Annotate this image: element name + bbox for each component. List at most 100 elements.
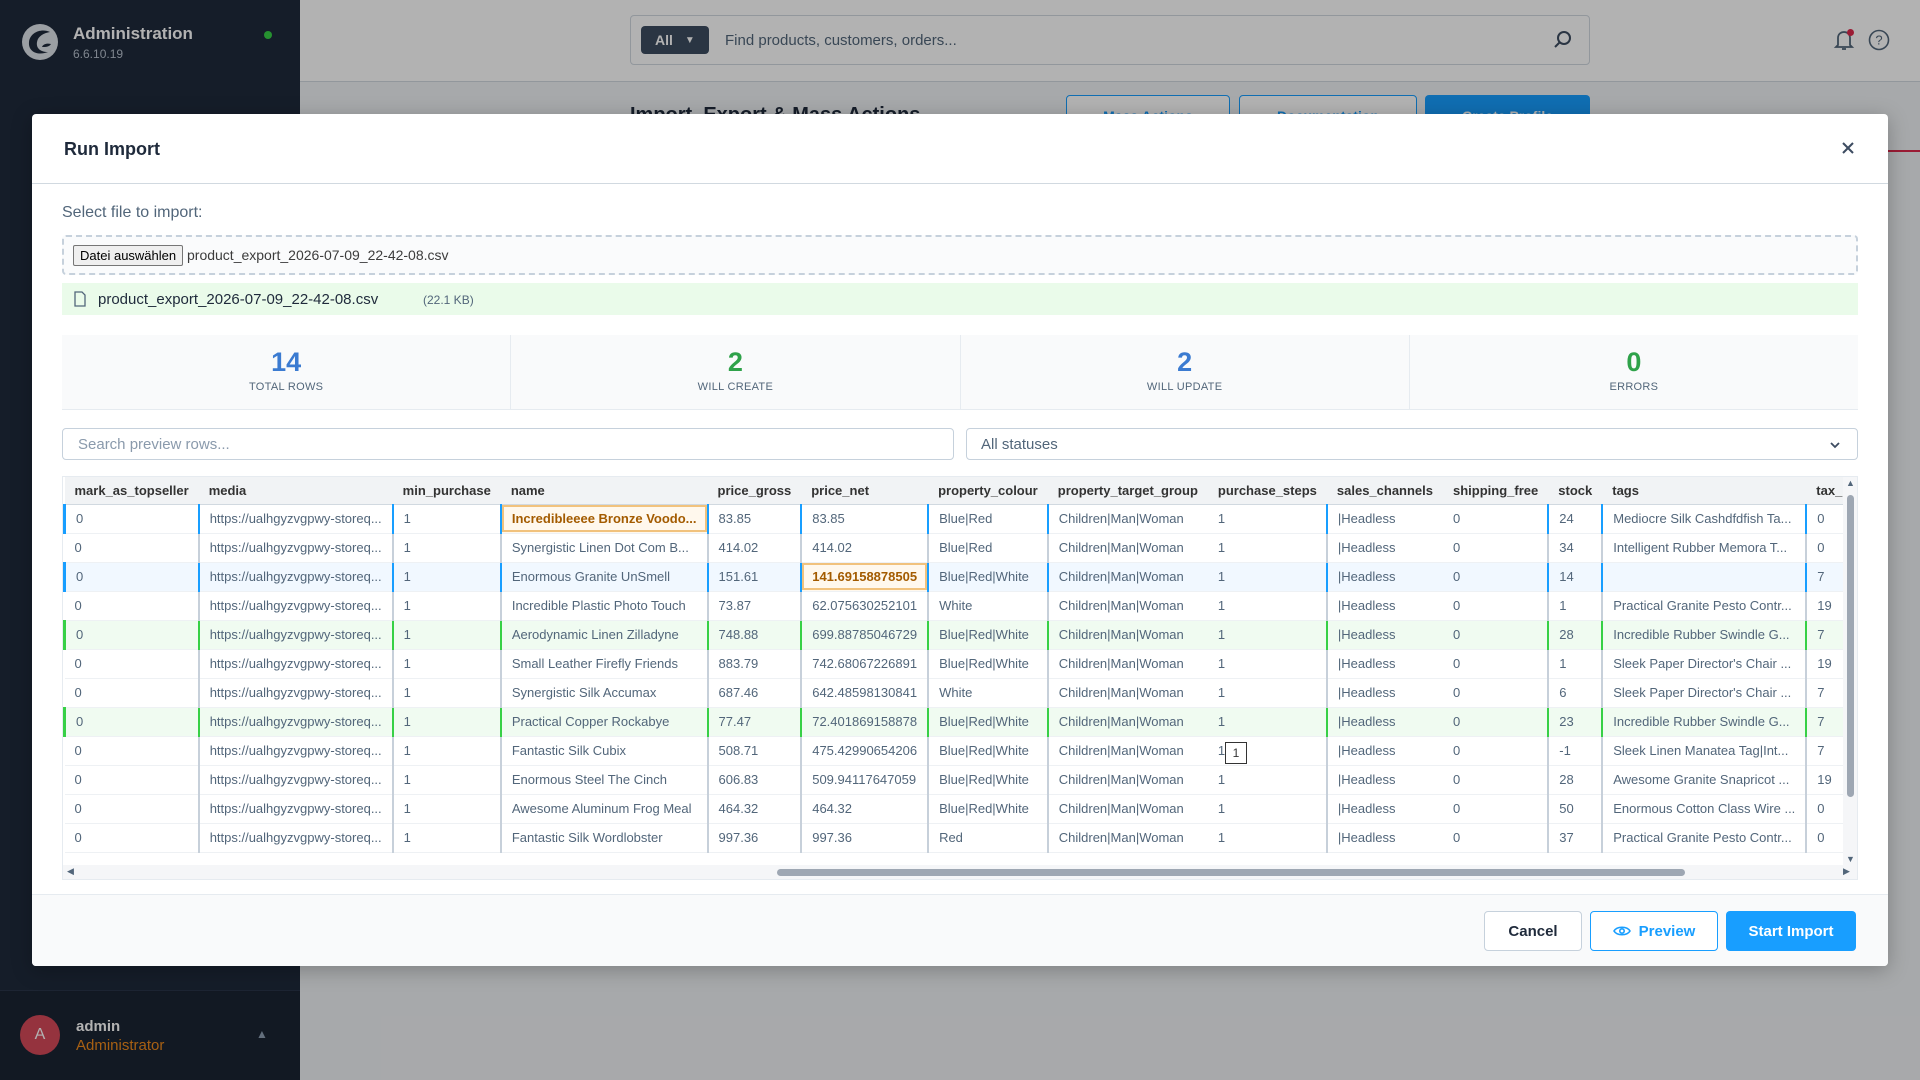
table-cell: Children|Man|Woman xyxy=(1046,649,1208,679)
table-cell: 6 xyxy=(1547,678,1603,708)
file-dropzone[interactable]: Datei auswählen product_export_2026-07-0… xyxy=(62,235,1858,275)
table-cell: |Headless xyxy=(1325,620,1444,650)
table-cell: 1 xyxy=(391,620,501,650)
table-cell: https://ualhgyzvgpwy-storeq... xyxy=(197,533,393,563)
table-cell: Blue|Red|White xyxy=(927,620,1048,650)
preview-search-input[interactable]: Search preview rows... xyxy=(62,428,954,460)
column-header[interactable]: media xyxy=(198,477,393,505)
table-cell: Blue|Red|White xyxy=(927,707,1048,737)
table-row[interactable]: 0 https://ualhgyzvgpwy-storeq... 1 Incredib… xyxy=(63,504,1857,534)
table-cell: 742.68067226891 xyxy=(800,649,929,679)
table-cell: Children|Man|Woman xyxy=(1046,591,1208,621)
table-cell: https://ualhgyzvgpwy-storeq... xyxy=(197,678,393,708)
table-cell: Blue|Red|White xyxy=(927,562,1048,592)
preview-button[interactable]: Preview xyxy=(1590,911,1718,951)
table-row[interactable]: 0 https://ualhgyzvgpwy-storeq... 1 Fantasti… xyxy=(64,736,1857,766)
table-cell: Incredible Plastic Photo Touch xyxy=(499,591,708,621)
table-row[interactable]: 0 https://ualhgyzvgpwy-storeq... 1 Practica… xyxy=(63,707,1857,737)
table-row[interactable]: 0 https://ualhgyzvgpwy-storeq... 1 Synergis… xyxy=(64,533,1857,563)
table-cell: 414.02 xyxy=(706,533,802,563)
table-cell: |Headless xyxy=(1325,678,1444,708)
scroll-down-icon[interactable]: ▼ xyxy=(1846,854,1855,864)
table-cell: 0 xyxy=(1443,823,1549,853)
table-cell: 28 xyxy=(1547,765,1603,795)
start-import-button[interactable]: Start Import xyxy=(1726,911,1856,951)
table-cell: 1 xyxy=(391,533,501,563)
column-header[interactable]: sales_channels xyxy=(1326,477,1444,505)
table-cell: 0 xyxy=(64,649,199,679)
table-cell: Practical Granite Pesto Contr... xyxy=(1601,591,1807,621)
choose-file-button[interactable]: Datei auswählen xyxy=(73,245,184,266)
vertical-scroll-thumb[interactable] xyxy=(1847,495,1854,797)
table-cell: Fantastic Silk Wordlobster xyxy=(499,823,708,853)
table-cell: https://ualhgyzvgpwy-storeq... xyxy=(197,649,393,679)
horizontal-scroll-thumb[interactable] xyxy=(777,869,1685,876)
table-cell: Synergistic Silk Accumax xyxy=(499,678,708,708)
stat-will-update: 2 WILL UPDATE xyxy=(961,335,1410,409)
table-cell: Enormous Cotton Class Wire ... xyxy=(1601,794,1807,824)
table-cell: 1 xyxy=(1207,823,1327,853)
table-cell: 141.69158878505 xyxy=(800,562,929,592)
table-row[interactable]: 0 https://ualhgyzvgpwy-storeq... 1 Incredib… xyxy=(64,591,1857,621)
column-header[interactable]: shipping_free xyxy=(1443,477,1549,505)
table-cell: Blue|Red xyxy=(927,504,1048,534)
horizontal-scrollbar[interactable]: ◀ ▶ xyxy=(63,865,1857,879)
column-header[interactable]: tags xyxy=(1602,477,1807,505)
table-row[interactable]: 0 https://ualhgyzvgpwy-storeq... 1 Aerodyna… xyxy=(63,620,1857,650)
table-cell: 508.71 xyxy=(706,736,802,766)
column-header[interactable]: property_target_group xyxy=(1047,477,1208,505)
column-header[interactable]: mark_as_topseller xyxy=(64,477,199,505)
modal-title: Run Import xyxy=(64,139,160,159)
table-cell: 1 xyxy=(391,678,501,708)
preview-grid: mark_as_topseller media min_purchase name pr… xyxy=(63,477,1857,853)
scroll-left-icon[interactable]: ◀ xyxy=(67,866,74,877)
table-cell: |Headless xyxy=(1325,562,1444,592)
table-row[interactable]: 0 https://ualhgyzvgpwy-storeq... 1 Enormous… xyxy=(64,765,1857,795)
table-row[interactable]: 0 https://ualhgyzvgpwy-storeq... 1 Awesome … xyxy=(64,794,1857,824)
table-cell: 1 xyxy=(1207,591,1327,621)
table-cell: 0 xyxy=(1443,678,1549,708)
table-cell: 28 xyxy=(1547,620,1603,650)
table-row[interactable]: 0 https://ualhgyzvgpwy-storeq... 1 Synergis… xyxy=(64,678,1857,708)
stat-label: TOTAL ROWS xyxy=(248,381,324,393)
table-row[interactable]: 0 https://ualhgyzvgpwy-storeq... 1 Small Le… xyxy=(64,649,1857,679)
column-header[interactable]: name xyxy=(500,477,708,505)
table-cell: 687.46 xyxy=(706,678,802,708)
table-cell: 0 xyxy=(64,678,199,708)
table-cell: 748.88 xyxy=(706,620,802,650)
table-cell: |Headless xyxy=(1325,649,1444,679)
table-cell: https://ualhgyzvgpwy-storeq... xyxy=(197,591,393,621)
column-header[interactable]: min_purchase xyxy=(392,477,501,505)
table-cell: Children|Man|Woman xyxy=(1046,765,1208,795)
table-cell: |Headless xyxy=(1325,736,1444,766)
table-cell: 509.94117647059 xyxy=(800,765,929,795)
table-cell: Children|Man|Woman xyxy=(1046,823,1208,853)
eye-icon xyxy=(1612,926,1631,936)
table-cell: 606.83 xyxy=(706,765,802,795)
table-cell: 464.32 xyxy=(706,794,802,824)
column-header[interactable]: purchase_steps xyxy=(1207,477,1327,505)
table-row[interactable]: 0 https://ualhgyzvgpwy-storeq... 1 Fantasti… xyxy=(64,823,1857,853)
table-cell: 23 xyxy=(1547,707,1603,737)
column-header[interactable]: stock xyxy=(1548,477,1603,505)
table-cell: 0 xyxy=(1443,794,1549,824)
table-cell: Blue|Red|White xyxy=(927,649,1048,679)
table-cell: Enormous Granite UnSmell xyxy=(499,562,708,592)
table-cell: 1 xyxy=(1207,649,1327,679)
cancel-button[interactable]: Cancel xyxy=(1484,911,1582,951)
scroll-up-icon[interactable]: ▲ xyxy=(1846,478,1855,488)
table-cell: Practical Granite Pesto Contr... xyxy=(1601,823,1807,853)
table-cell: 997.36 xyxy=(706,823,802,853)
close-icon[interactable] xyxy=(1840,140,1856,156)
column-header[interactable]: price_gross xyxy=(707,477,802,505)
status-filter-select[interactable]: All statuses xyxy=(966,428,1858,460)
table-cell: 1 xyxy=(1207,562,1327,592)
table-cell: 0 xyxy=(64,765,199,795)
vertical-scrollbar[interactable]: ▲ ▼ xyxy=(1843,477,1857,867)
column-header[interactable]: price_net xyxy=(801,477,929,505)
preview-table[interactable]: mark_as_topseller media min_purchase name pr… xyxy=(62,476,1858,880)
table-cell: Awesome Aluminum Frog Meal xyxy=(499,794,708,824)
column-header[interactable]: property_colour xyxy=(928,477,1048,505)
scroll-right-icon[interactable]: ▶ xyxy=(1843,866,1850,877)
table-row[interactable]: 0 https://ualhgyzvgpwy-storeq... 1 Enormous… xyxy=(63,562,1857,592)
